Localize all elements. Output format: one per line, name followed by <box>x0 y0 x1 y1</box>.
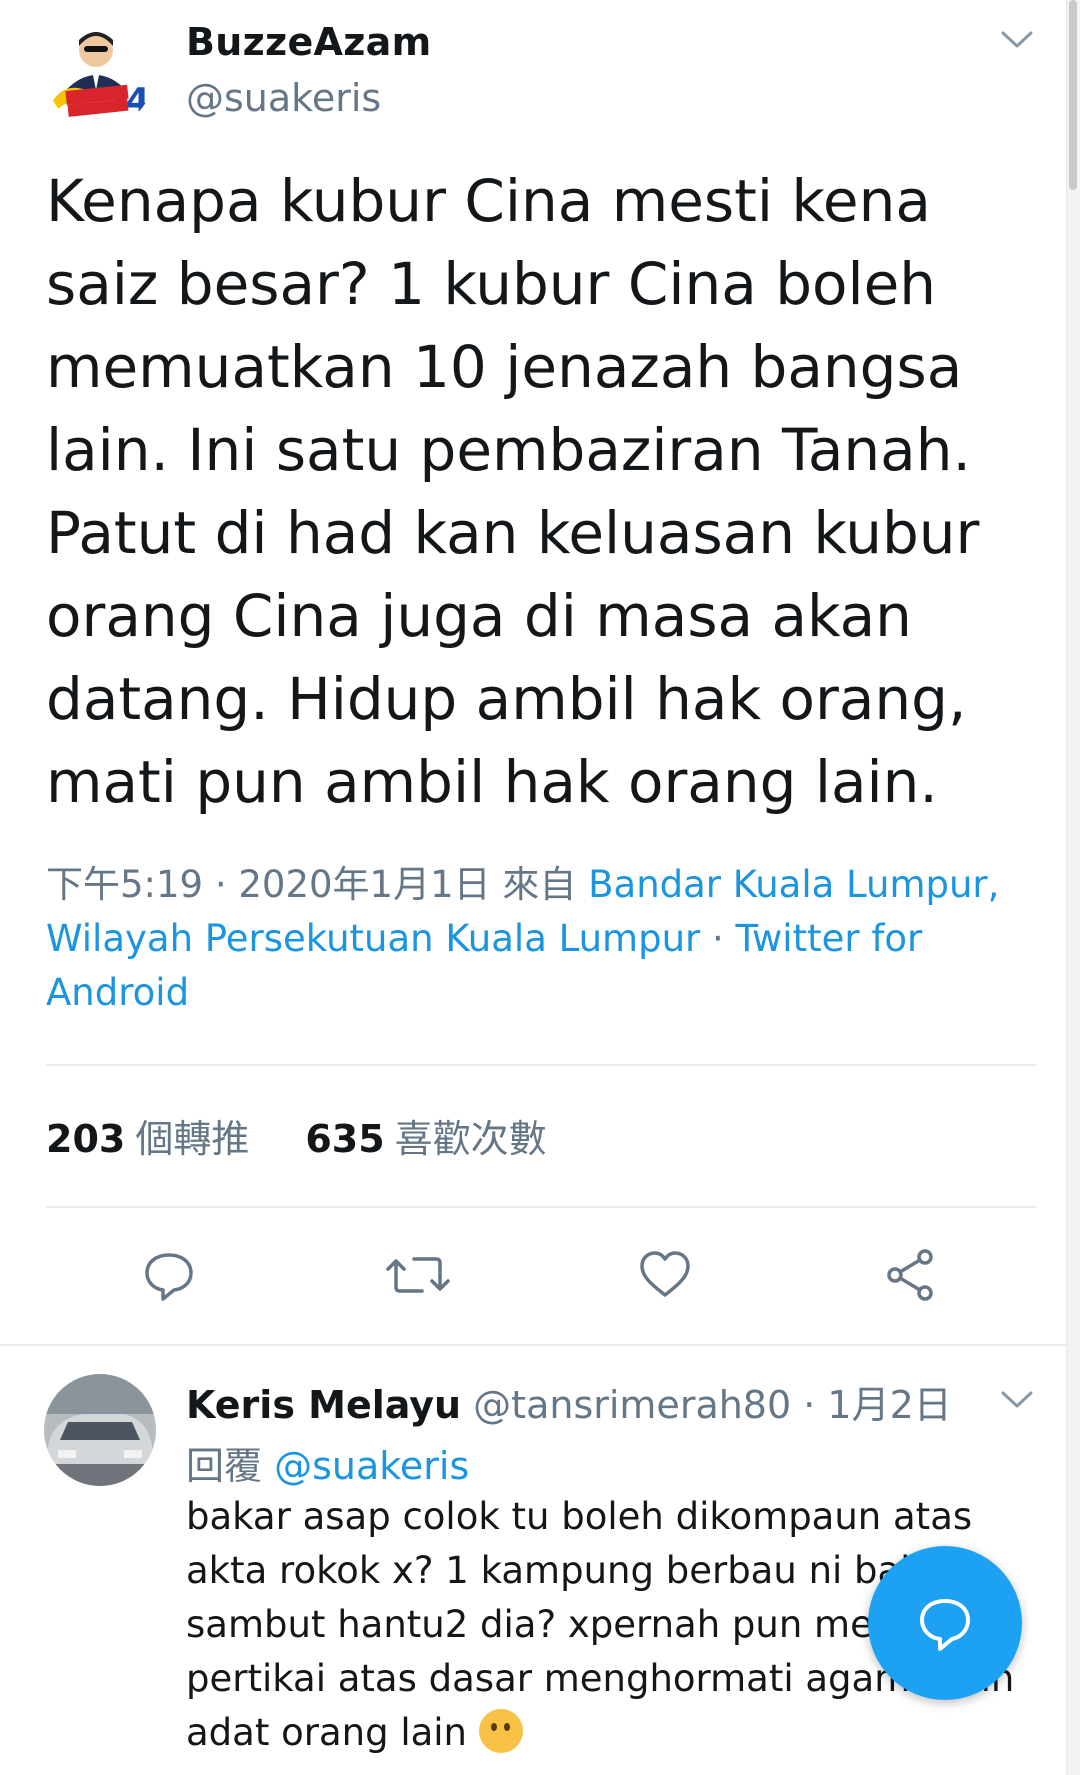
meta-separator: · <box>700 917 736 960</box>
thinking-face-emoji <box>478 1709 523 1753</box>
reply-avatar[interactable] <box>44 1374 156 1486</box>
likes-count: 635 <box>305 1117 385 1161</box>
replying-to: 回覆 @suakeris <box>186 1435 469 1490</box>
retweets-label: 個轉推 <box>135 1117 250 1161</box>
section-divider <box>0 1344 1066 1346</box>
divider <box>46 1064 1036 1066</box>
tweet-stats: 203 個轉推 635 喜歡次數 <box>46 1108 1036 1163</box>
replying-label: 回覆 <box>186 1444 275 1488</box>
avatar[interactable]: 4 <box>46 20 154 128</box>
retweet-icon <box>386 1257 450 1293</box>
reply-display-name[interactable]: Keris Melayu <box>186 1383 461 1427</box>
retweets-count: 203 <box>46 1117 126 1161</box>
chevron-down-icon[interactable] <box>992 1380 1042 1420</box>
reply-handle[interactable]: @tansrimerah80 <box>473 1383 791 1427</box>
chevron-down-icon[interactable] <box>992 20 1042 60</box>
heart-icon <box>640 1251 690 1297</box>
tweet-detail-page: 4 BuzzeAzam @suakeris Kenapa kubur Cina … <box>0 0 1080 1775</box>
share-icon <box>887 1249 933 1301</box>
retweets-stat[interactable]: 203 個轉推 <box>46 1108 249 1163</box>
divider <box>46 1206 1036 1208</box>
tweet-timestamp[interactable]: 下午5:19 · 2020年1月1日 來自 <box>46 863 588 906</box>
handle[interactable]: @suakeris <box>186 76 381 120</box>
replying-handle-link[interactable]: @suakeris <box>274 1444 469 1488</box>
compose-reply-button[interactable] <box>868 1546 1022 1700</box>
reply-header: Keris Melayu @tansrimerah80 · 1月2日 <box>186 1374 952 1429</box>
display-name[interactable]: BuzzeAzam <box>186 20 432 64</box>
tweet-meta: 下午5:19 · 2020年1月1日 來自 Bandar Kuala Lumpu… <box>46 858 1046 1020</box>
reply-date[interactable]: 1月2日 <box>827 1383 951 1427</box>
likes-stat[interactable]: 635 喜歡次數 <box>305 1108 546 1163</box>
like-button[interactable] <box>630 1240 700 1310</box>
buzze-pandan-logo: 4 <box>46 20 154 128</box>
svg-text:4: 4 <box>126 81 150 121</box>
share-button[interactable] <box>876 1240 946 1310</box>
scrollbar-thumb[interactable] <box>1069 0 1077 190</box>
reply-dot: · <box>791 1383 828 1427</box>
retweet-button[interactable] <box>383 1240 453 1310</box>
reply-icon <box>145 1253 193 1301</box>
car-photo-avatar <box>44 1374 156 1486</box>
tweet-text: Kenapa kubur Cina mesti kena saiz besar?… <box>46 167 980 816</box>
scrollbar[interactable] <box>1066 0 1080 1775</box>
reply-button[interactable] <box>134 1240 204 1310</box>
likes-label: 喜歡次數 <box>394 1117 547 1161</box>
compose-reply-icon <box>920 1599 970 1651</box>
tweet-actions <box>0 1240 1066 1310</box>
